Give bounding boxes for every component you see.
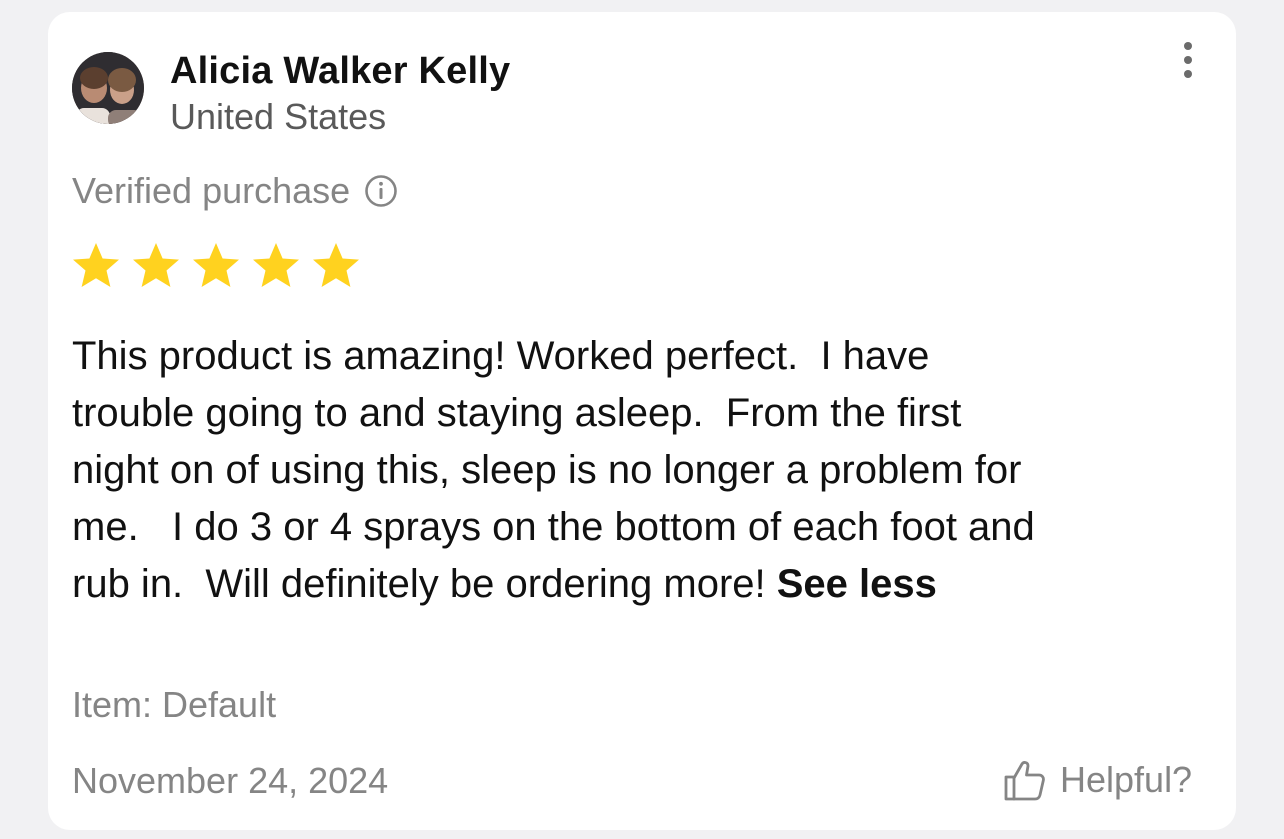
- review-text-line: night on of using this, sleep is no long…: [72, 448, 1022, 492]
- info-icon[interactable]: [364, 174, 398, 208]
- star-icon: [193, 243, 239, 287]
- star-rating: [70, 240, 370, 292]
- review-text-line: trouble going to and staying asleep. Fro…: [72, 391, 962, 435]
- verified-purchase: Verified purchase: [72, 170, 398, 212]
- helpful-button[interactable]: Helpful?: [1000, 756, 1192, 804]
- review-card: Alicia Walker Kelly United States Verifi…: [48, 12, 1236, 830]
- review-text-line-last: rub in. Will definitely be ordering more…: [72, 556, 1222, 613]
- star-icon: [313, 243, 359, 287]
- avatar-photo-icon: [72, 52, 144, 124]
- review-text-line: rub in. Will definitely be ordering more…: [72, 562, 777, 606]
- reviewer-location: United States: [170, 96, 387, 137]
- review-text-line: me. I do 3 or 4 sprays on the bottom of …: [72, 505, 1035, 549]
- more-options-button[interactable]: [1170, 38, 1206, 82]
- star-icon: [133, 243, 179, 287]
- helpful-label: Helpful?: [1060, 759, 1193, 800]
- review-date: November 24, 2024: [72, 760, 389, 801]
- reviewer-name[interactable]: Alicia Walker Kelly: [170, 50, 510, 93]
- star-icon: [253, 243, 299, 287]
- thumbs-up-icon: [1004, 761, 1045, 801]
- item-variant: Item: Default: [72, 684, 277, 725]
- see-less-link[interactable]: See less: [777, 562, 937, 606]
- star-icon: [73, 243, 119, 287]
- verified-purchase-label: Verified purchase: [72, 170, 351, 211]
- reviewer-avatar[interactable]: [72, 52, 144, 124]
- review-text-line: This product is amazing! Worked perfect.…: [72, 334, 930, 378]
- review-text: This product is amazing! Worked perfect.…: [72, 328, 1222, 613]
- more-vertical-icon: [1184, 42, 1192, 50]
